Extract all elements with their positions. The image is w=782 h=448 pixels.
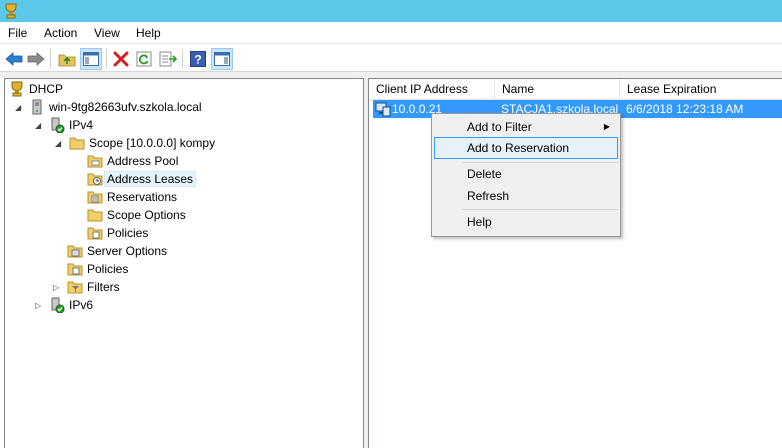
tree-node-server-options[interactable]: Server Options (67, 242, 167, 260)
tree-label: Address Pool (107, 154, 179, 168)
tree-label: Policies (107, 226, 149, 240)
menu-item-refresh[interactable]: Refresh (434, 185, 618, 207)
tree-node-scope-options[interactable]: Scope Options (87, 206, 186, 224)
tree-label: Reservations (107, 190, 178, 204)
svg-text:?: ? (194, 53, 201, 67)
menu-item-add-to-filter[interactable]: Add to Filter ▶ (434, 116, 618, 138)
scope-options-folder-icon (87, 207, 103, 223)
row-lease-expiration: 6/6/2018 12:23:18 AM (626, 102, 744, 116)
context-menu: Add to Filter ▶ Add to Reservation Delet… (431, 113, 621, 237)
reservations-folder-icon (87, 189, 103, 205)
dhcp-trophy-icon (9, 81, 25, 97)
help-icon[interactable]: ? (187, 48, 209, 70)
tree-label: IPv4 (69, 118, 94, 132)
tree-node-address-pool[interactable]: Address Pool (87, 152, 178, 170)
action-pane-icon[interactable] (211, 48, 233, 70)
column-header-name[interactable]: Name (495, 79, 620, 100)
tree-node-policies[interactable]: Policies (67, 260, 128, 278)
tree-node-dhcp[interactable]: DHCP (9, 80, 63, 98)
lease-computer-icon (375, 101, 391, 120)
menu-help[interactable]: Help (136, 26, 161, 40)
expand-arrow-icon[interactable]: ▷ (35, 301, 45, 311)
tree-node-ipv4[interactable]: IPv4 (49, 116, 93, 134)
collapse-arrow-icon[interactable]: ◢ (35, 121, 45, 131)
tree-label: Policies (87, 262, 129, 276)
menu-file[interactable]: File (8, 26, 27, 40)
address-leases-folder-icon (87, 171, 103, 187)
dhcp-app-icon (4, 3, 18, 19)
toolbar-separator (106, 49, 107, 69)
refresh-icon[interactable] (133, 48, 155, 70)
title-bar[interactable] (0, 0, 782, 22)
menu-item-label: Add to Filter (467, 120, 532, 134)
column-header-lease-expiration[interactable]: Lease Expiration (620, 79, 782, 100)
menu-item-label: Refresh (467, 189, 510, 203)
tree-label: Scope [10.0.0.0] kompy (89, 136, 216, 150)
ipv6-icon (49, 297, 65, 314)
menu-bar: File Action View Help (0, 22, 782, 44)
menu-item-delete[interactable]: Delete (434, 163, 618, 185)
column-header-client-ip[interactable]: Client IP Address (369, 79, 495, 100)
server-options-icon (67, 243, 83, 259)
tree-label: Server Options (87, 244, 168, 258)
delete-icon[interactable] (110, 48, 132, 70)
tree-label: IPv6 (69, 298, 94, 312)
back-arrow-icon[interactable] (3, 48, 25, 70)
folder-icon (69, 135, 85, 151)
tree-node-ipv6[interactable]: IPv6 (49, 296, 93, 314)
menu-item-help[interactable]: Help (434, 211, 618, 233)
tree-node-address-leases[interactable]: Address Leases (87, 170, 197, 188)
policies-folder-icon (67, 261, 83, 277)
toolbar-separator (182, 49, 183, 69)
collapse-arrow-icon[interactable]: ◢ (15, 103, 25, 113)
menu-item-label: Add to Reservation (467, 141, 570, 155)
tree-node-reservations[interactable]: Reservations (87, 188, 177, 206)
export-list-icon[interactable] (157, 48, 179, 70)
menu-view[interactable]: View (94, 26, 120, 40)
toolbar-separator (50, 49, 51, 69)
filters-icon (67, 279, 83, 295)
tree-label: Address Leases (103, 171, 197, 187)
menu-separator (462, 209, 618, 210)
ipv4-icon (49, 117, 65, 134)
submenu-arrow-icon: ▶ (603, 122, 610, 131)
expand-arrow-icon[interactable]: ▷ (53, 283, 63, 293)
show-hide-tree-icon[interactable] (80, 48, 102, 70)
tree-label: Filters (87, 280, 120, 294)
up-folder-icon[interactable] (56, 48, 78, 70)
tree-node-filters[interactable]: Filters (67, 278, 120, 296)
address-pool-folder-icon (87, 153, 103, 169)
tree-label: Scope Options (107, 208, 186, 222)
tree-label: win-9tg82663ufv.szkola.local (49, 100, 202, 114)
console-tree[interactable]: DHCP ◢ win-9tg82663ufv.szkola.local ◢ IP… (4, 78, 364, 448)
toolbar: ? (0, 45, 782, 72)
menu-item-label: Help (467, 215, 492, 229)
tree-node-scope-policies[interactable]: Policies (87, 224, 148, 242)
forward-arrow-icon[interactable] (25, 48, 47, 70)
collapse-arrow-icon[interactable]: ◢ (55, 139, 65, 149)
server-icon (29, 99, 45, 115)
tree-node-server[interactable]: win-9tg82663ufv.szkola.local (29, 98, 202, 116)
tree-label: DHCP (29, 82, 64, 96)
menu-action[interactable]: Action (44, 26, 77, 40)
menu-item-label: Delete (467, 167, 502, 181)
policies-folder-icon (87, 225, 103, 241)
menu-item-add-to-reservation[interactable]: Add to Reservation (434, 137, 618, 159)
tree-node-scope[interactable]: Scope [10.0.0.0] kompy (69, 134, 215, 152)
